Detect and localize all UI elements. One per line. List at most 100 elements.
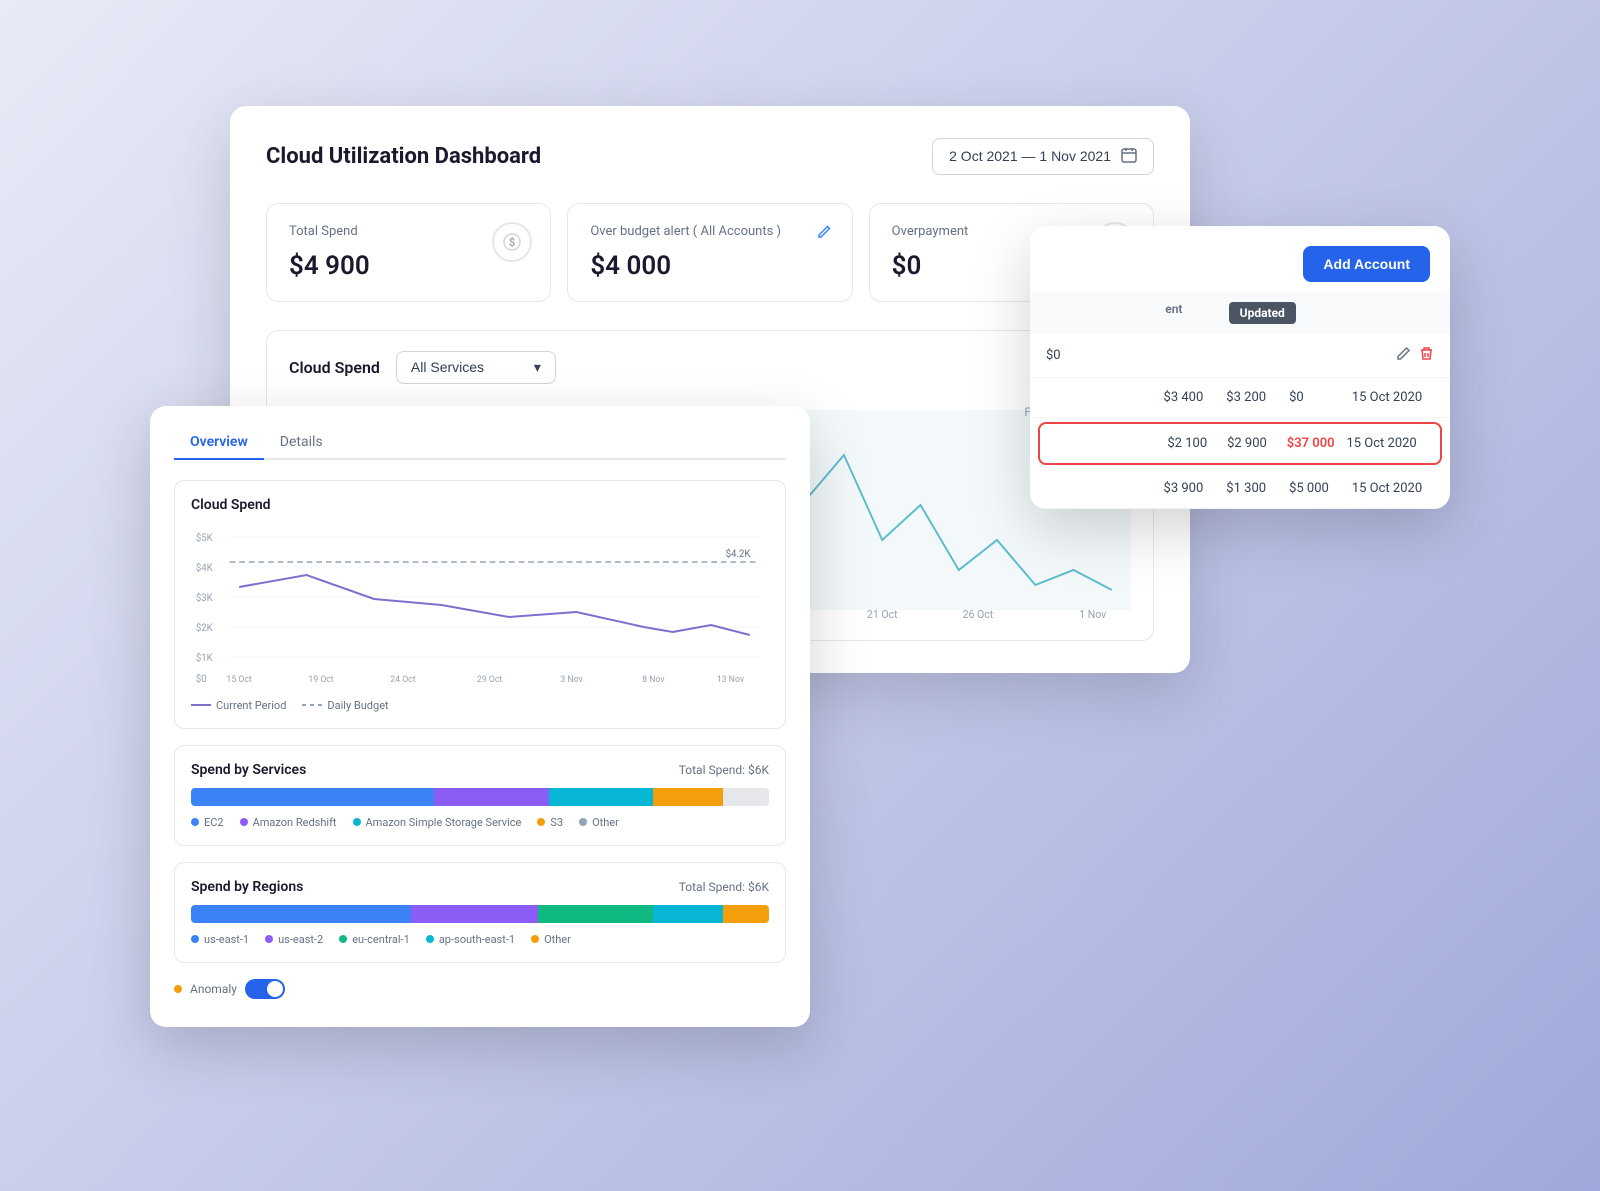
legend-us-east-2-label: us-east-2 (278, 933, 323, 946)
services-bar (191, 788, 769, 806)
regions-title: Spend by Regions (191, 879, 303, 895)
overview-tabs: Overview Details (174, 426, 786, 460)
legend-current-period: Current Period (191, 699, 286, 712)
edit-icon[interactable] (816, 224, 832, 244)
dashboard-title: Cloud Utilization Dashboard (266, 144, 541, 169)
cloud-spend-title: Cloud Spend (289, 358, 380, 377)
ec2-segment (191, 788, 434, 806)
extra-col4: $5 000 (1289, 481, 1344, 496)
delete-button[interactable] (1419, 346, 1434, 365)
svg-text:24 Oct: 24 Oct (390, 674, 415, 684)
other-region-segment (723, 905, 769, 923)
row3-updated: 15 Oct 2020 (1346, 436, 1424, 451)
over-budget-card: Over budget alert ( All Accounts ) $4 00… (567, 203, 852, 302)
svg-text:13 Nov: 13 Nov (717, 674, 745, 684)
services-dropdown-text: All Services (411, 359, 484, 375)
row2-updated: 15 Oct 2020 (1352, 390, 1434, 405)
anomaly-toggle[interactable] (245, 979, 285, 999)
us-east-2-segment (411, 905, 538, 923)
dashboard-header: Cloud Utilization Dashboard 2 Oct 2021 —… (266, 138, 1154, 175)
total-spend-value: $4 900 (289, 251, 528, 281)
svg-text:26 Oct: 26 Oct (963, 607, 994, 619)
row3-budget: $2 100 (1167, 436, 1219, 451)
legend-current-label: Current Period (216, 699, 286, 712)
legend-daily-budget: Daily Budget (302, 699, 388, 712)
legend-eu-central-1: eu-central-1 (339, 933, 410, 946)
svg-text:$5K: $5K (196, 532, 214, 543)
metric-cards: Total Spend $4 900 $ Over budget alert (… (266, 203, 1154, 302)
cloud-spend-section-title: Cloud Spend (191, 497, 769, 513)
legend-us-east-2: us-east-2 (265, 933, 323, 946)
redshift-segment (434, 788, 550, 806)
dollar-icon: $ (492, 222, 532, 262)
spend-by-services: Spend by Services Total Spend: $6K EC2 A… (174, 745, 786, 846)
svg-text:$4K: $4K (196, 562, 214, 573)
svg-text:15 Oct: 15 Oct (227, 674, 252, 684)
ap-south-1-segment (653, 905, 722, 923)
regions-bar (191, 905, 769, 923)
accounts-row-3-highlighted: $2 100 $2 900 $37 000 15 Oct 2020 (1038, 422, 1442, 465)
legend-ap-south-east-1: ap-south-east-1 (426, 933, 515, 946)
tab-overview[interactable]: Overview (174, 426, 264, 460)
spend-by-regions: Spend by Regions Total Spend: $6K us-eas… (174, 862, 786, 963)
extra-col2: $3 900 (1164, 481, 1219, 496)
svg-text:29 Oct: 29 Oct (477, 674, 502, 684)
services-total: Total Spend: $6K (679, 763, 769, 777)
legend-s3-label: S3 (550, 816, 563, 829)
legend-other-services: Other (579, 816, 619, 829)
accounts-panel-header: Add Account (1030, 226, 1450, 292)
col-header-updated (1367, 302, 1434, 324)
legend-ec2: EC2 (191, 816, 224, 829)
services-title: Spend by Services (191, 762, 306, 778)
legend-redshift: Amazon Redshift (240, 816, 337, 829)
services-legend: EC2 Amazon Redshift Amazon Simple Storag… (191, 816, 769, 829)
svg-text:$4.2K: $4.2K (726, 548, 752, 559)
overview-panel: Overview Details Cloud Spend $5K $4K $3K… (150, 406, 810, 1027)
edit-button[interactable] (1396, 346, 1411, 365)
date-range-text: 2 Oct 2021 — 1 Nov 2021 (949, 148, 1111, 164)
row2-budget: $3 400 (1164, 390, 1219, 405)
row1-balance: $0 (1046, 348, 1061, 363)
svg-text:$0: $0 (196, 673, 207, 684)
regions-bar-header: Spend by Regions Total Spend: $6K (191, 879, 769, 895)
chevron-down-icon: ▾ (534, 359, 541, 376)
s3-label-segment (653, 788, 722, 806)
legend-redshift-label: Amazon Redshift (253, 816, 337, 829)
legend-budget-label: Daily Budget (327, 699, 388, 712)
svg-text:$3K: $3K (196, 592, 214, 603)
tab-details[interactable]: Details (264, 426, 339, 460)
chart-legend: Current Period Daily Budget (191, 699, 769, 712)
other-segment (723, 788, 769, 806)
legend-other-services-label: Other (592, 816, 619, 829)
over-budget-label: Over budget alert ( All Accounts ) (590, 224, 781, 239)
accounts-panel: Add Account ent Updated $0 (1030, 226, 1450, 509)
cloud-spend-header: Cloud Spend All Services ▾ (289, 351, 1131, 384)
over-budget-value: $4 000 (590, 251, 829, 281)
s3-segment (549, 788, 653, 806)
legend-us-east-1: us-east-1 (191, 933, 249, 946)
anomaly-dot (174, 985, 182, 993)
legend-s3-storage: Amazon Simple Storage Service (353, 816, 522, 829)
add-account-button[interactable]: Add Account (1303, 246, 1430, 282)
regions-legend: us-east-1 us-east-2 eu-central-1 ap-sout… (191, 933, 769, 946)
row2-balance: $0 (1289, 390, 1344, 405)
legend-other-regions-label: Other (544, 933, 571, 946)
legend-ec2-label: EC2 (204, 816, 224, 829)
regions-total: Total Spend: $6K (679, 880, 769, 894)
svg-text:1 Nov: 1 Nov (1079, 607, 1107, 619)
accounts-row-2: $3 400 $3 200 $0 15 Oct 2020 (1030, 378, 1450, 418)
spend-chart-line-svg: $5K $4K $3K $2K $1K $0 $4.2K 15 Oct 19 O… (191, 527, 769, 687)
row2-spent: $3 200 (1226, 390, 1281, 405)
extra-updated: 15 Oct 2020 (1352, 481, 1434, 496)
accounts-table-header: ent Updated (1030, 292, 1450, 334)
accounts-row-1: $0 (1030, 334, 1450, 378)
col-header-budget: ent (1165, 302, 1221, 324)
anomaly-row: Anomaly (174, 979, 786, 999)
calendar-icon (1121, 147, 1137, 166)
legend-s3-storage-label: Amazon Simple Storage Service (366, 816, 522, 829)
date-range-button[interactable]: 2 Oct 2021 — 1 Nov 2021 (932, 138, 1154, 175)
services-dropdown[interactable]: All Services ▾ (396, 351, 556, 384)
total-spend-card: Total Spend $4 900 $ (266, 203, 551, 302)
accounts-row-extra: $3 900 $1 300 $5 000 15 Oct 2020 (1030, 469, 1450, 509)
svg-text:$: $ (509, 236, 515, 249)
